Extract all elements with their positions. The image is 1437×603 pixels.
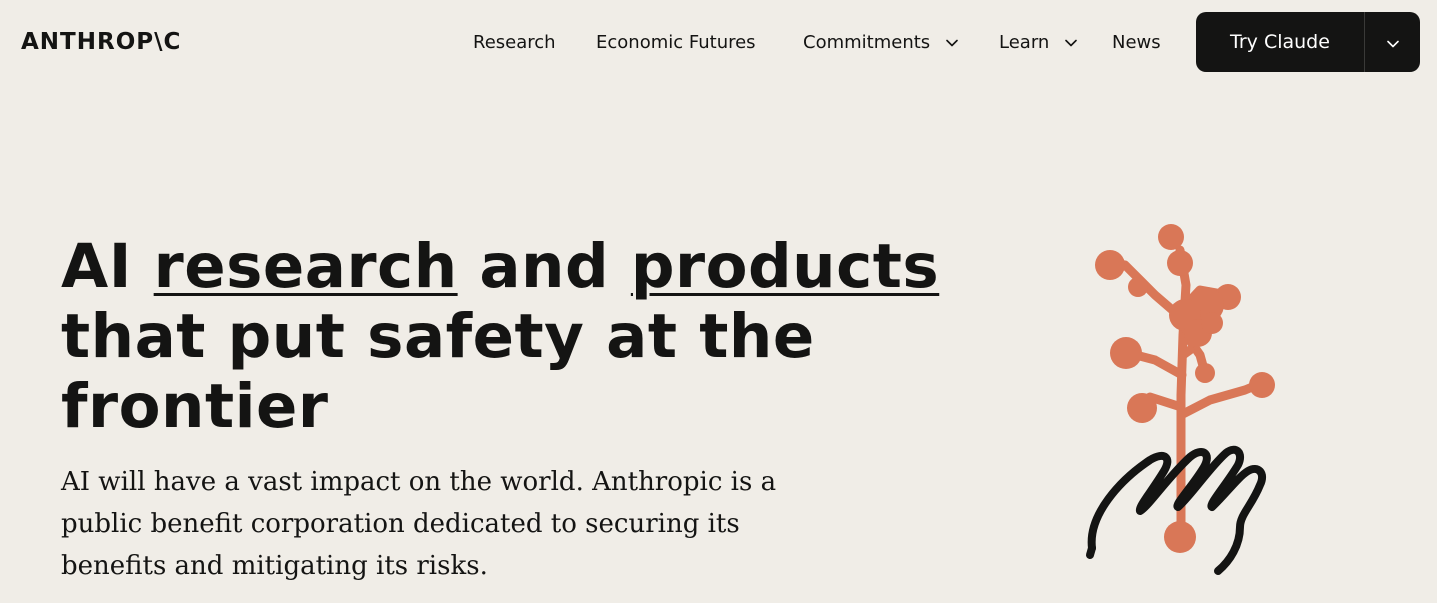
research-link[interactable]: research bbox=[154, 231, 458, 302]
hero-title-text: that put safety at the frontier bbox=[61, 301, 815, 442]
products-link[interactable]: products bbox=[631, 231, 939, 302]
hero-title-text: AI bbox=[61, 231, 154, 302]
chevron-down-icon bbox=[1386, 33, 1399, 52]
site-header: ANTHROP\C Research Economic Futures Comm… bbox=[0, 0, 1437, 84]
nav-learn[interactable]: Learn bbox=[999, 30, 1077, 56]
try-claude-button-group: Try Claude bbox=[1196, 12, 1420, 72]
nav-commitments-label: Commitments bbox=[803, 32, 931, 53]
plant-illustration-svg bbox=[1086, 224, 1275, 575]
chevron-down-icon bbox=[946, 29, 958, 55]
try-claude-dropdown-toggle[interactable] bbox=[1365, 12, 1420, 72]
nav-research[interactable]: Research bbox=[473, 30, 556, 56]
hand-holding-plant-illustration bbox=[1080, 215, 1290, 585]
hero-title: AI research and products that put safety… bbox=[61, 232, 961, 442]
chevron-down-icon bbox=[1065, 29, 1077, 55]
nav-news[interactable]: News bbox=[1112, 30, 1161, 56]
nav-research-label: Research bbox=[473, 32, 556, 53]
nav-learn-label: Learn bbox=[999, 32, 1050, 53]
hero-subtitle: AI will have a vast impact on the world.… bbox=[61, 467, 777, 581]
nav-commitments[interactable]: Commitments bbox=[803, 30, 958, 56]
try-claude-button[interactable]: Try Claude bbox=[1196, 12, 1364, 72]
nav-economic-futures-label: Economic Futures bbox=[596, 32, 756, 53]
nav-news-label: News bbox=[1112, 32, 1161, 53]
hero-title-text: and bbox=[457, 231, 631, 302]
nav-economic-futures[interactable]: Economic Futures bbox=[596, 30, 756, 56]
